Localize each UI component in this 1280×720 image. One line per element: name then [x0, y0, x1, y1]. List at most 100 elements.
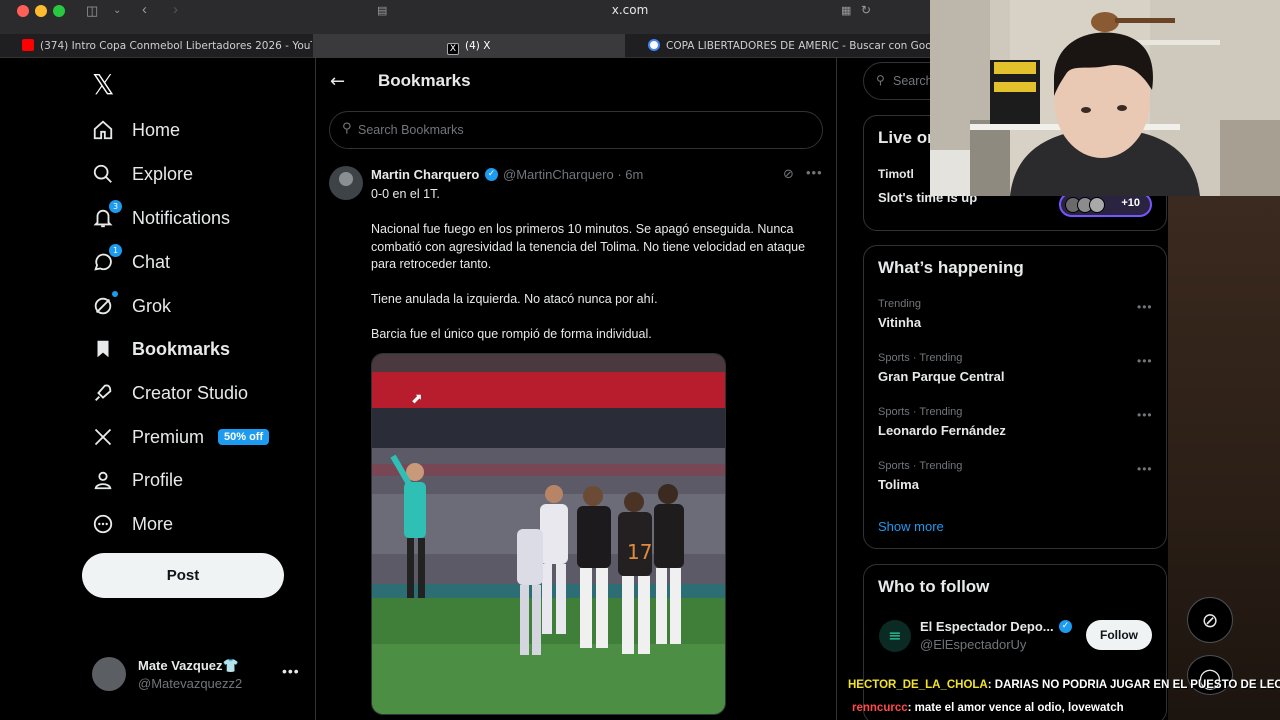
- sidebar-toggle-icon[interactable]: ◫: [86, 3, 98, 19]
- page-title: Bookmarks: [378, 71, 471, 90]
- sidebar-item-creator-studio[interactable]: Creator Studio: [90, 375, 248, 411]
- reload-icon[interactable]: ↻: [861, 3, 871, 17]
- back-arrow-icon[interactable]: ←: [330, 71, 345, 92]
- live-host-name[interactable]: Timotl: [878, 167, 914, 181]
- sidebar-item-label: Bookmarks: [132, 338, 231, 359]
- webcam-overlay: [930, 0, 1280, 196]
- tab-youtube[interactable]: (374) Intro Copa Conmebol Libertadores 2…: [0, 34, 312, 58]
- sidebar-item-label: Explore: [132, 163, 194, 184]
- x-logo[interactable]: 𝕏: [92, 68, 115, 101]
- trend-name[interactable]: Tolima: [878, 477, 919, 492]
- tweet-more-icon[interactable]: •••: [806, 165, 823, 180]
- trend-more-icon[interactable]: •••: [1137, 354, 1153, 368]
- trend-meta: Trending: [878, 298, 922, 310]
- tweet-handle-time[interactable]: @MartinCharquero · 6m: [503, 167, 643, 182]
- back-nav-icon[interactable]: ‹: [142, 1, 147, 18]
- chevron-down-icon[interactable]: ⌄: [113, 5, 121, 16]
- tweet-text-paragraph: Tiene anulada la izquierda. No atacó nun…: [371, 292, 658, 306]
- sidebar-item-label: Profile: [132, 469, 184, 490]
- bookmark-icon: [90, 336, 116, 362]
- search-placeholder: Search: [893, 74, 933, 88]
- translate-icon[interactable]: ▦: [841, 4, 851, 17]
- post-button[interactable]: Post: [82, 553, 284, 598]
- grok-dot: [112, 291, 118, 297]
- address-bar[interactable]: x.com: [560, 3, 700, 17]
- search-placeholder: Search Bookmarks: [358, 123, 464, 137]
- chat-message: : DARIAS NO PODRIA JUGAR EN EL PUESTO DE…: [987, 679, 1280, 691]
- trend-name[interactable]: Vitinha: [878, 315, 921, 330]
- tweet-author-name[interactable]: Martin Charquero: [371, 167, 479, 182]
- sidebar-item-explore[interactable]: Explore: [90, 156, 193, 192]
- account-name: Mate Vazquez👕: [138, 658, 239, 673]
- search-icon: [90, 161, 116, 187]
- more-circle-icon: [90, 511, 116, 537]
- close-window-button[interactable]: [17, 5, 29, 17]
- sidebar-item-label: Chat: [132, 251, 171, 272]
- whats-happening-card: What’s happening: [863, 245, 1167, 549]
- grok-float-icon[interactable]: ⊘: [1187, 597, 1233, 643]
- sidebar-item-label: Home: [132, 119, 181, 140]
- chat-message: : mate el amor vence al odio, lovewatch: [907, 702, 1124, 714]
- sidebar-item-home[interactable]: Home: [90, 112, 180, 148]
- suggested-account-handle[interactable]: @ElEspectadorUy: [920, 637, 1026, 652]
- mouse-cursor-icon: ⬈: [411, 391, 423, 407]
- minimize-window-button[interactable]: [35, 5, 47, 17]
- tab-label: COPA LIBERTADORES DE AMERIC - Buscar con…: [666, 40, 930, 52]
- account-handle: @Matevazquezz2: [138, 676, 243, 691]
- listeners-count: +10: [1121, 197, 1140, 209]
- page-menu-icon[interactable]: ▤: [377, 4, 387, 17]
- trend-meta: Sports · Trending: [878, 352, 963, 364]
- tweet-text-line: 0-0 en el 1T.: [371, 187, 440, 201]
- avatar: [92, 657, 126, 691]
- sidebar-item-label: More: [132, 513, 174, 534]
- show-more-link[interactable]: Show more: [878, 519, 944, 534]
- sidebar-item-chat[interactable]: 1 Chat: [90, 244, 170, 280]
- sidebar-item-grok[interactable]: Grok: [90, 288, 171, 324]
- premium-discount-badge: 50% off: [218, 429, 270, 445]
- maximize-window-button[interactable]: [53, 5, 65, 17]
- tab-x[interactable]: X (4) X: [313, 34, 625, 58]
- desktop-background: [1168, 196, 1280, 720]
- stream-chat-line: renncurcc: mate el amor vence al odio, l…: [852, 702, 1124, 714]
- whats-happening-title: What’s happening: [878, 258, 1024, 277]
- tab-google[interactable]: COPA LIBERTADORES DE AMERIC - Buscar con…: [626, 34, 930, 58]
- search-icon: ⚲: [342, 121, 352, 136]
- trend-name[interactable]: Leonardo Fernández: [878, 423, 1006, 438]
- trend-more-icon[interactable]: •••: [1137, 408, 1153, 422]
- sidebar-item-label: Grok: [132, 295, 172, 316]
- trend-name[interactable]: Gran Parque Central: [878, 369, 1004, 384]
- trend-meta: Sports · Trending: [878, 406, 963, 418]
- follow-button[interactable]: Follow: [1086, 620, 1152, 650]
- grok-explain-icon[interactable]: ⊘: [783, 167, 794, 182]
- tweet-media-image[interactable]: 17: [371, 353, 726, 715]
- chat-icon: 1: [90, 244, 122, 275]
- person-icon: [90, 467, 116, 493]
- account-switcher[interactable]: Mate Vazquez👕 @Matevazquezz2 •••: [92, 657, 302, 693]
- tab-label: (374) Intro Copa Conmebol Libertadores 2…: [40, 40, 312, 52]
- avatar: [1089, 197, 1105, 213]
- google-icon: [648, 39, 660, 51]
- sidebar-item-label: Creator Studio: [132, 382, 249, 403]
- sidebar-item-label: Premium: [132, 426, 205, 447]
- sidebar-item-notifications[interactable]: 3 Notifications: [90, 200, 230, 236]
- notification-badge: 3: [109, 200, 122, 213]
- grok-icon: [90, 291, 118, 319]
- sidebar-item-more[interactable]: More: [90, 506, 173, 542]
- el-espectador-logo-icon[interactable]: ≡: [879, 620, 911, 652]
- bookmarks-search-input[interactable]: ⚲ Search Bookmarks: [329, 111, 823, 149]
- tweet-author-avatar[interactable]: [329, 166, 363, 200]
- bell-icon: 3: [90, 200, 122, 231]
- chat-badge: 1: [109, 244, 122, 257]
- x-icon: X: [447, 43, 459, 55]
- suggested-account-name[interactable]: El Espectador Depo...: [920, 619, 1054, 634]
- trend-more-icon[interactable]: •••: [1137, 462, 1153, 476]
- forward-nav-icon[interactable]: ›: [173, 1, 178, 18]
- verified-badge-icon: ✓: [1059, 620, 1072, 633]
- live-card-title: Live on: [878, 128, 938, 147]
- sidebar-item-bookmarks[interactable]: Bookmarks: [90, 331, 230, 367]
- sidebar-item-profile[interactable]: Profile: [90, 462, 183, 498]
- trend-more-icon[interactable]: •••: [1137, 300, 1153, 314]
- chat-username: HECTOR_DE_LA_CHOLA: [848, 679, 988, 691]
- verified-badge-icon: ✓: [485, 168, 498, 181]
- sidebar-item-premium[interactable]: Premium 50% off: [90, 419, 270, 455]
